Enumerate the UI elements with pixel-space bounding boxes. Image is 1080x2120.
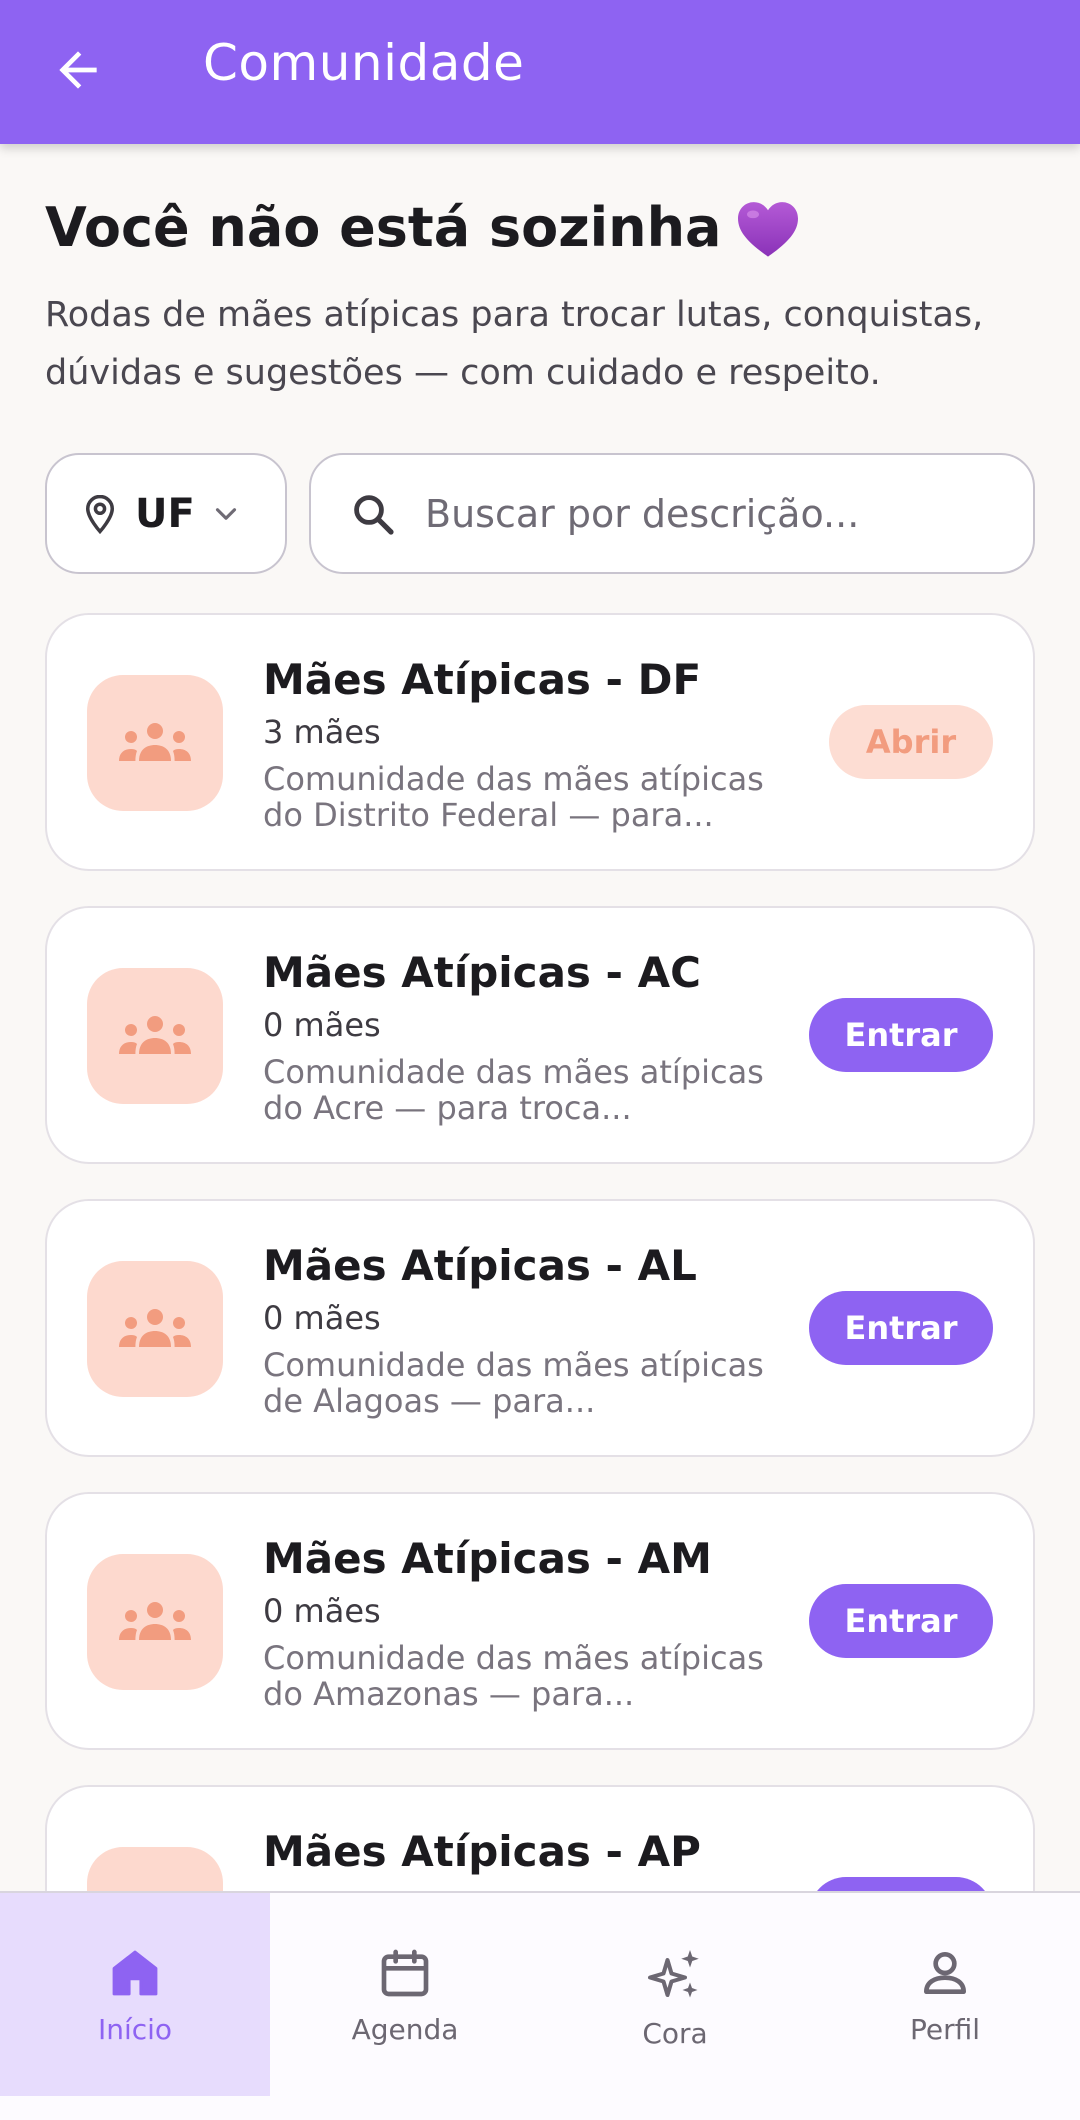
nav-item-cora[interactable]: Cora [540, 1893, 810, 2096]
community-title: Mães Atípicas - AL [263, 1241, 697, 1290]
community-card[interactable]: Mães Atípicas - AC 0 mães Comunidade das… [45, 906, 1035, 1164]
top-app-bar: Comunidade [0, 0, 1080, 144]
group-icon [119, 1602, 191, 1640]
open-button[interactable]: Abrir [829, 705, 993, 779]
home-icon [112, 1950, 158, 1996]
community-member-count: 0 mães [263, 1299, 381, 1337]
headline: Você não está sozinha [45, 196, 801, 259]
bottom-navigation: Início Agenda Cora Perfil [0, 1891, 1080, 2120]
community-card[interactable]: Mães Atípicas - AL 0 mães Comunidade das… [45, 1199, 1035, 1457]
headline-text: Você não está sozinha [45, 196, 722, 259]
uf-label: UF [135, 490, 195, 537]
sparkles-icon [648, 1950, 699, 1998]
uf-select[interactable]: UF [45, 453, 287, 574]
community-description: Comunidade das mães atípicas do Distrito… [263, 760, 764, 834]
page-title: Comunidade [203, 34, 525, 92]
nav-label: Cora [642, 2017, 708, 2050]
community-title: Mães Atípicas - AM [263, 1534, 712, 1583]
nav-item-agenda[interactable]: Agenda [270, 1893, 540, 2096]
community-avatar [87, 1261, 223, 1397]
group-icon [119, 1016, 191, 1054]
search-box [309, 453, 1035, 574]
chevron-down-icon [215, 507, 236, 520]
search-input[interactable] [425, 491, 985, 536]
nav-label: Início [97, 2013, 173, 2046]
community-title: Mães Atípicas - DF [263, 655, 702, 704]
community-card[interactable]: Mães Atípicas - AM 0 mães Comunidade das… [45, 1492, 1035, 1750]
join-button[interactable]: Entrar [809, 1291, 993, 1365]
community-title: Mães Atípicas - AP [263, 1827, 701, 1876]
search-icon [354, 494, 394, 535]
nav-item-perfil[interactable]: Perfil [810, 1893, 1080, 2096]
arrow-left-icon [59, 51, 97, 89]
community-description: Comunidade das mães atípicas do Amazonas… [263, 1639, 764, 1713]
community-description: Comunidade das mães atípicas do Acre — p… [263, 1053, 764, 1127]
back-button[interactable] [38, 30, 118, 110]
join-button[interactable]: Entrar [809, 1584, 993, 1658]
location-pin-icon [85, 494, 115, 534]
nav-item-inicio[interactable]: Início [0, 1893, 270, 2096]
community-description: Comunidade das mães atípicas de Alagoas … [263, 1346, 764, 1420]
community-avatar [87, 675, 223, 811]
app-root: Comunidade Você não está sozinha Rodas d… [0, 0, 1080, 2120]
community-card[interactable]: Mães Atípicas - DF 3 mães Comunidade das… [45, 613, 1035, 871]
join-button[interactable]: Entrar [809, 998, 993, 1072]
group-icon [119, 723, 191, 761]
community-avatar [87, 968, 223, 1104]
nav-label: Perfil [909, 2013, 981, 2046]
community-member-count: 0 mães [263, 1006, 381, 1044]
community-member-count: 3 mães [263, 713, 381, 751]
group-icon [119, 1309, 191, 1347]
community-avatar [87, 1554, 223, 1690]
person-icon [924, 1952, 966, 1994]
subtitle: Rodas de mães atípicas para trocar lutas… [45, 295, 984, 393]
purple-heart-icon [738, 201, 799, 257]
community-title: Mães Atípicas - AC [263, 948, 701, 997]
community-member-count: 0 mães [263, 1592, 381, 1630]
nav-label: Agenda [351, 2013, 459, 2046]
calendar-icon [381, 1949, 429, 1997]
